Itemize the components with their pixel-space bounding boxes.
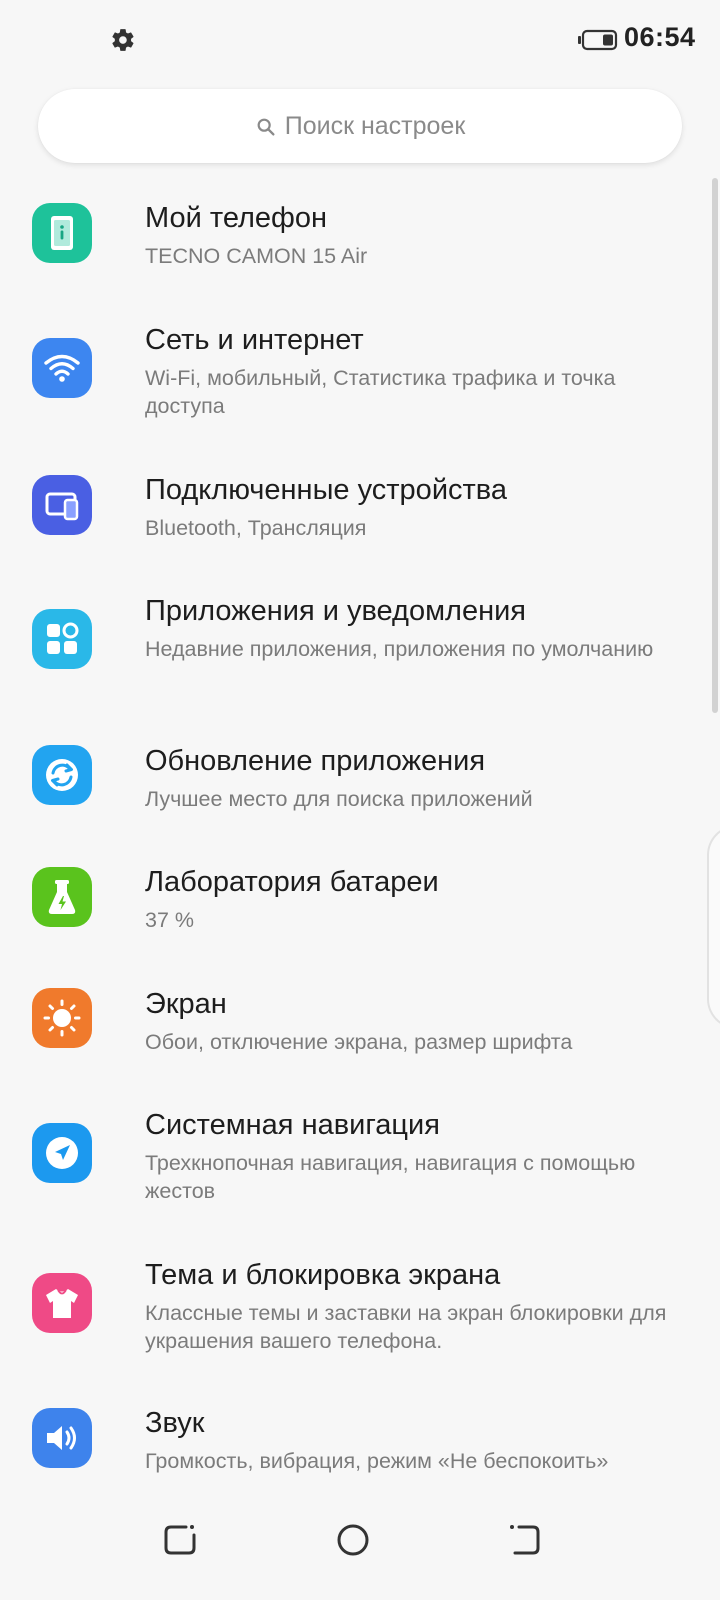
setting-app-update[interactable]: Обновление приложения Лучшее место для п… xyxy=(0,743,705,833)
display-icon xyxy=(32,988,92,1048)
setting-subtitle: Трехкнопочная навигация, навигация с пом… xyxy=(145,1151,636,1203)
setting-battery-lab[interactable]: Лаборатория батареи 37 % xyxy=(0,864,705,954)
wifi-icon xyxy=(32,338,92,398)
setting-subtitle: Wi-Fi, мобильный, Статистика трафика и т… xyxy=(145,366,616,418)
settings-list: Мой телефон TECNO CAMON 15 Air Сеть и ин… xyxy=(0,0,705,1490)
devices-icon xyxy=(32,475,92,535)
setting-display[interactable]: Экран Обои, отключение экрана, размер шр… xyxy=(0,986,705,1076)
setting-subtitle: Лучшее место для поиска приложений xyxy=(145,787,533,811)
navigation-icon xyxy=(32,1123,92,1183)
setting-subtitle: Недавние приложения, приложения по умолч… xyxy=(145,637,654,661)
recent-apps-icon[interactable] xyxy=(158,1518,202,1562)
setting-title: Лаборатория батареи xyxy=(145,866,439,898)
setting-theme-lockscreen[interactable]: Тема и блокировка экрана Классные темы и… xyxy=(0,1257,705,1367)
setting-title: Экран xyxy=(145,988,227,1020)
setting-title: Тема и блокировка экрана xyxy=(145,1259,501,1291)
setting-sound[interactable]: Звук Громкость, вибрация, режим «Не бесп… xyxy=(0,1405,705,1490)
theme-icon xyxy=(32,1273,92,1333)
settings-screen: 06:54 Поиск настроек Мой телефон TECNO C… xyxy=(0,0,720,1600)
back-icon[interactable] xyxy=(503,1518,547,1562)
setting-title: Звук xyxy=(145,1407,205,1439)
setting-title: Обновление приложения xyxy=(145,745,486,777)
scrollbar-thumb[interactable] xyxy=(712,178,718,713)
setting-title: Системная навигация xyxy=(145,1109,440,1141)
phone-icon xyxy=(32,203,92,263)
setting-subtitle: Классные темы и заставки на экран блокир… xyxy=(145,1301,667,1353)
setting-apps-notifications[interactable]: Приложения и уведомления Недавние прилож… xyxy=(0,593,705,703)
update-icon xyxy=(32,745,92,805)
apps-icon xyxy=(32,609,92,669)
battery-lab-icon xyxy=(32,867,92,927)
setting-subtitle: Громкость, вибрация, режим «Не беспокоит… xyxy=(145,1449,609,1473)
sound-icon xyxy=(32,1408,92,1468)
setting-title: Сеть и интернет xyxy=(145,324,364,356)
home-icon[interactable] xyxy=(331,1518,375,1562)
setting-connected-devices[interactable]: Подключенные устройства Bluetooth, Транс… xyxy=(0,472,705,562)
setting-system-navigation[interactable]: Системная навигация Трехкнопочная навига… xyxy=(0,1107,705,1217)
setting-my-phone[interactable]: Мой телефон TECNO CAMON 15 Air xyxy=(0,200,705,300)
setting-network[interactable]: Сеть и интернет Wi-Fi, мобильный, Статис… xyxy=(0,322,705,432)
setting-subtitle: Bluetooth, Трансляция xyxy=(145,516,367,540)
setting-subtitle: TECNO CAMON 15 Air xyxy=(145,244,368,268)
setting-subtitle: Обои, отключение экрана, размер шрифта xyxy=(145,1030,573,1054)
setting-title: Приложения и уведомления xyxy=(145,595,527,627)
setting-title: Подключенные устройства xyxy=(145,474,508,506)
edge-panel-handle[interactable] xyxy=(707,825,720,1029)
setting-subtitle: 37 % xyxy=(145,908,195,932)
navigation-bar xyxy=(0,1490,720,1600)
setting-title: Мой телефон xyxy=(145,202,328,234)
